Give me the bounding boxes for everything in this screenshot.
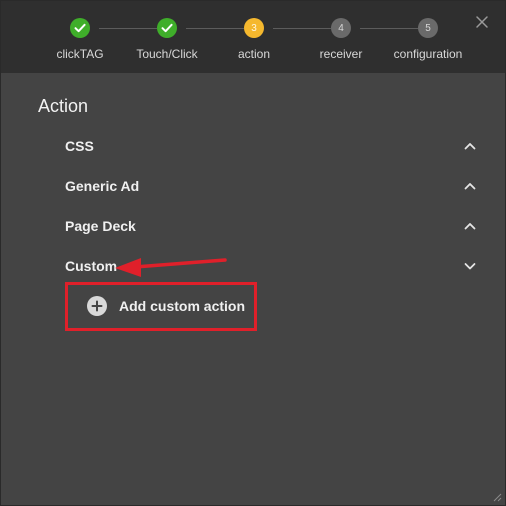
- annotation-arrow: [115, 258, 227, 277]
- wizard-dialog: clickTAG Touch/Click 3 action 4 receiver…: [0, 0, 506, 506]
- resize-grip-icon[interactable]: [492, 492, 502, 502]
